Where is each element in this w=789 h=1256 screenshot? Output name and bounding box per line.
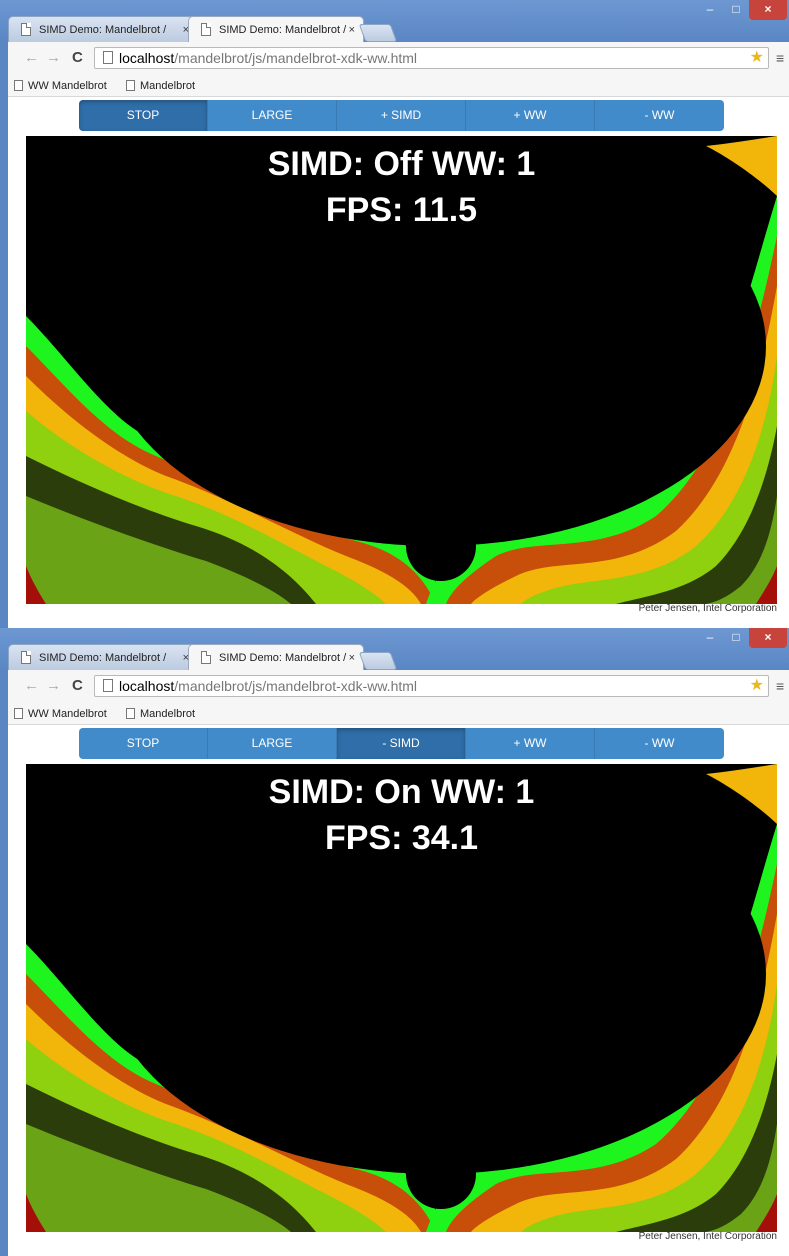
tab-label: SIMD Demo: Mandelbrot / xyxy=(39,24,167,36)
add-worker-button[interactable]: + WW xyxy=(466,100,595,131)
new-tab-button[interactable] xyxy=(358,24,398,42)
remove-worker-button[interactable]: - WW xyxy=(595,728,724,759)
browser-window-bottom: SIMD Demo: Mandelbrot / × SIMD Demo: Man… xyxy=(0,628,789,1256)
page-icon xyxy=(14,708,23,719)
fps-overlay: FPS: 11.5 xyxy=(325,191,478,229)
tab-label: SIMD Demo: Mandelbrot / xyxy=(219,24,347,36)
simd-toggle-button[interactable]: - SIMD xyxy=(337,728,466,759)
tab-label: SIMD Demo: Mandelbrot / xyxy=(39,652,167,664)
mandelbrot-canvas[interactable]: SIMD: Off WW: 1 FPS: 11.5 xyxy=(26,136,777,604)
remove-worker-button[interactable]: - WW xyxy=(595,100,724,131)
reload-icon[interactable]: C xyxy=(72,677,83,695)
bookmark-label: WW Mandelbrot xyxy=(28,708,107,720)
tab-inactive[interactable]: SIMD Demo: Mandelbrot / × xyxy=(8,16,198,42)
star-icon[interactable]: ★ xyxy=(750,48,764,68)
close-tab-icon[interactable]: × xyxy=(349,645,355,670)
forward-arrow-icon[interactable]: → xyxy=(46,49,61,67)
mandelbrot-canvas[interactable]: SIMD: On WW: 1 FPS: 34.1 xyxy=(26,764,777,1232)
url-host: localhost xyxy=(119,678,175,694)
page-icon xyxy=(103,679,113,692)
page-icon xyxy=(126,708,135,719)
demo-controls: STOP LARGE + SIMD + WW - WW xyxy=(79,100,724,131)
forward-arrow-icon[interactable]: → xyxy=(46,677,61,695)
add-worker-button[interactable]: + WW xyxy=(466,728,595,759)
page-icon xyxy=(201,651,211,664)
browser-toolbar: ← → C localhost/mandelbrot/js/mandelbrot… xyxy=(8,670,789,704)
bookmark-label: Mandelbrot xyxy=(140,708,196,720)
browser-toolbar: ← → C localhost/mandelbrot/js/mandelbrot… xyxy=(8,42,789,76)
page-icon xyxy=(14,80,23,91)
bookmark-label: Mandelbrot xyxy=(140,80,196,92)
tab-active[interactable]: SIMD Demo: Mandelbrot / × xyxy=(188,16,364,42)
page-icon xyxy=(103,51,113,64)
bookmarks-bar: WW Mandelbrot Mandelbrot xyxy=(8,704,789,725)
page-icon xyxy=(126,80,135,91)
bookmark-mandelbrot[interactable]: Mandelbrot xyxy=(124,79,195,93)
maximize-button[interactable]: □ xyxy=(723,0,749,20)
tab-inactive[interactable]: SIMD Demo: Mandelbrot / × xyxy=(8,644,198,670)
menu-icon[interactable]: ≡ xyxy=(776,678,784,694)
large-button[interactable]: LARGE xyxy=(208,728,337,759)
large-button[interactable]: LARGE xyxy=(208,100,337,131)
page-icon xyxy=(21,23,31,36)
close-tab-icon[interactable]: × xyxy=(349,17,355,42)
status-overlay: SIMD: Off WW: 1 xyxy=(267,145,536,183)
minimize-button[interactable]: – xyxy=(697,628,723,648)
close-window-button[interactable]: × xyxy=(749,628,787,648)
simd-toggle-button[interactable]: + SIMD xyxy=(337,100,466,131)
demo-controls: STOP LARGE - SIMD + WW - WW xyxy=(79,728,724,759)
tab-label: SIMD Demo: Mandelbrot / xyxy=(219,652,347,664)
url-path: /mandelbrot/js/mandelbrot-xdk-ww.html xyxy=(174,678,418,694)
star-icon[interactable]: ★ xyxy=(750,676,764,696)
fps-overlay: FPS: 34.1 xyxy=(324,819,479,857)
page-icon xyxy=(201,23,211,36)
window-frame-left xyxy=(0,42,8,628)
bookmark-ww-mandelbrot[interactable]: WW Mandelbrot xyxy=(12,79,107,93)
address-bar[interactable]: localhost/mandelbrot/js/mandelbrot-xdk-w… xyxy=(94,47,769,69)
status-overlay: SIMD: On WW: 1 xyxy=(268,773,535,811)
url-path: /mandelbrot/js/mandelbrot-xdk-ww.html xyxy=(174,50,418,66)
new-tab-button[interactable] xyxy=(358,652,398,670)
url-text[interactable]: localhost/mandelbrot/js/mandelbrot-xdk-w… xyxy=(119,677,417,695)
url-host: localhost xyxy=(119,50,175,66)
back-arrow-icon[interactable]: ← xyxy=(24,677,39,695)
menu-icon[interactable]: ≡ xyxy=(776,50,784,66)
author-credit: Peter Jensen, Intel Corporation xyxy=(638,603,777,614)
maximize-button[interactable]: □ xyxy=(723,628,749,648)
tab-active[interactable]: SIMD Demo: Mandelbrot / × xyxy=(188,644,364,670)
bookmark-label: WW Mandelbrot xyxy=(28,80,107,92)
url-text[interactable]: localhost/mandelbrot/js/mandelbrot-xdk-w… xyxy=(119,49,417,67)
title-bar: SIMD Demo: Mandelbrot / × SIMD Demo: Man… xyxy=(0,0,789,42)
title-bar: SIMD Demo: Mandelbrot / × SIMD Demo: Man… xyxy=(0,628,789,670)
stop-button[interactable]: STOP xyxy=(79,100,208,131)
bookmarks-bar: WW Mandelbrot Mandelbrot xyxy=(8,76,789,97)
page-icon xyxy=(21,651,31,664)
window-frame-left xyxy=(0,670,8,1256)
reload-icon[interactable]: C xyxy=(72,49,83,67)
close-window-button[interactable]: × xyxy=(749,0,787,20)
bookmark-mandelbrot[interactable]: Mandelbrot xyxy=(124,707,195,721)
bookmark-ww-mandelbrot[interactable]: WW Mandelbrot xyxy=(12,707,107,721)
minimize-button[interactable]: – xyxy=(697,0,723,20)
address-bar[interactable]: localhost/mandelbrot/js/mandelbrot-xdk-w… xyxy=(94,675,769,697)
author-credit: Peter Jensen, Intel Corporation xyxy=(638,1231,777,1242)
stop-button[interactable]: STOP xyxy=(79,728,208,759)
back-arrow-icon[interactable]: ← xyxy=(24,49,39,67)
browser-window-top: SIMD Demo: Mandelbrot / × SIMD Demo: Man… xyxy=(0,0,789,628)
